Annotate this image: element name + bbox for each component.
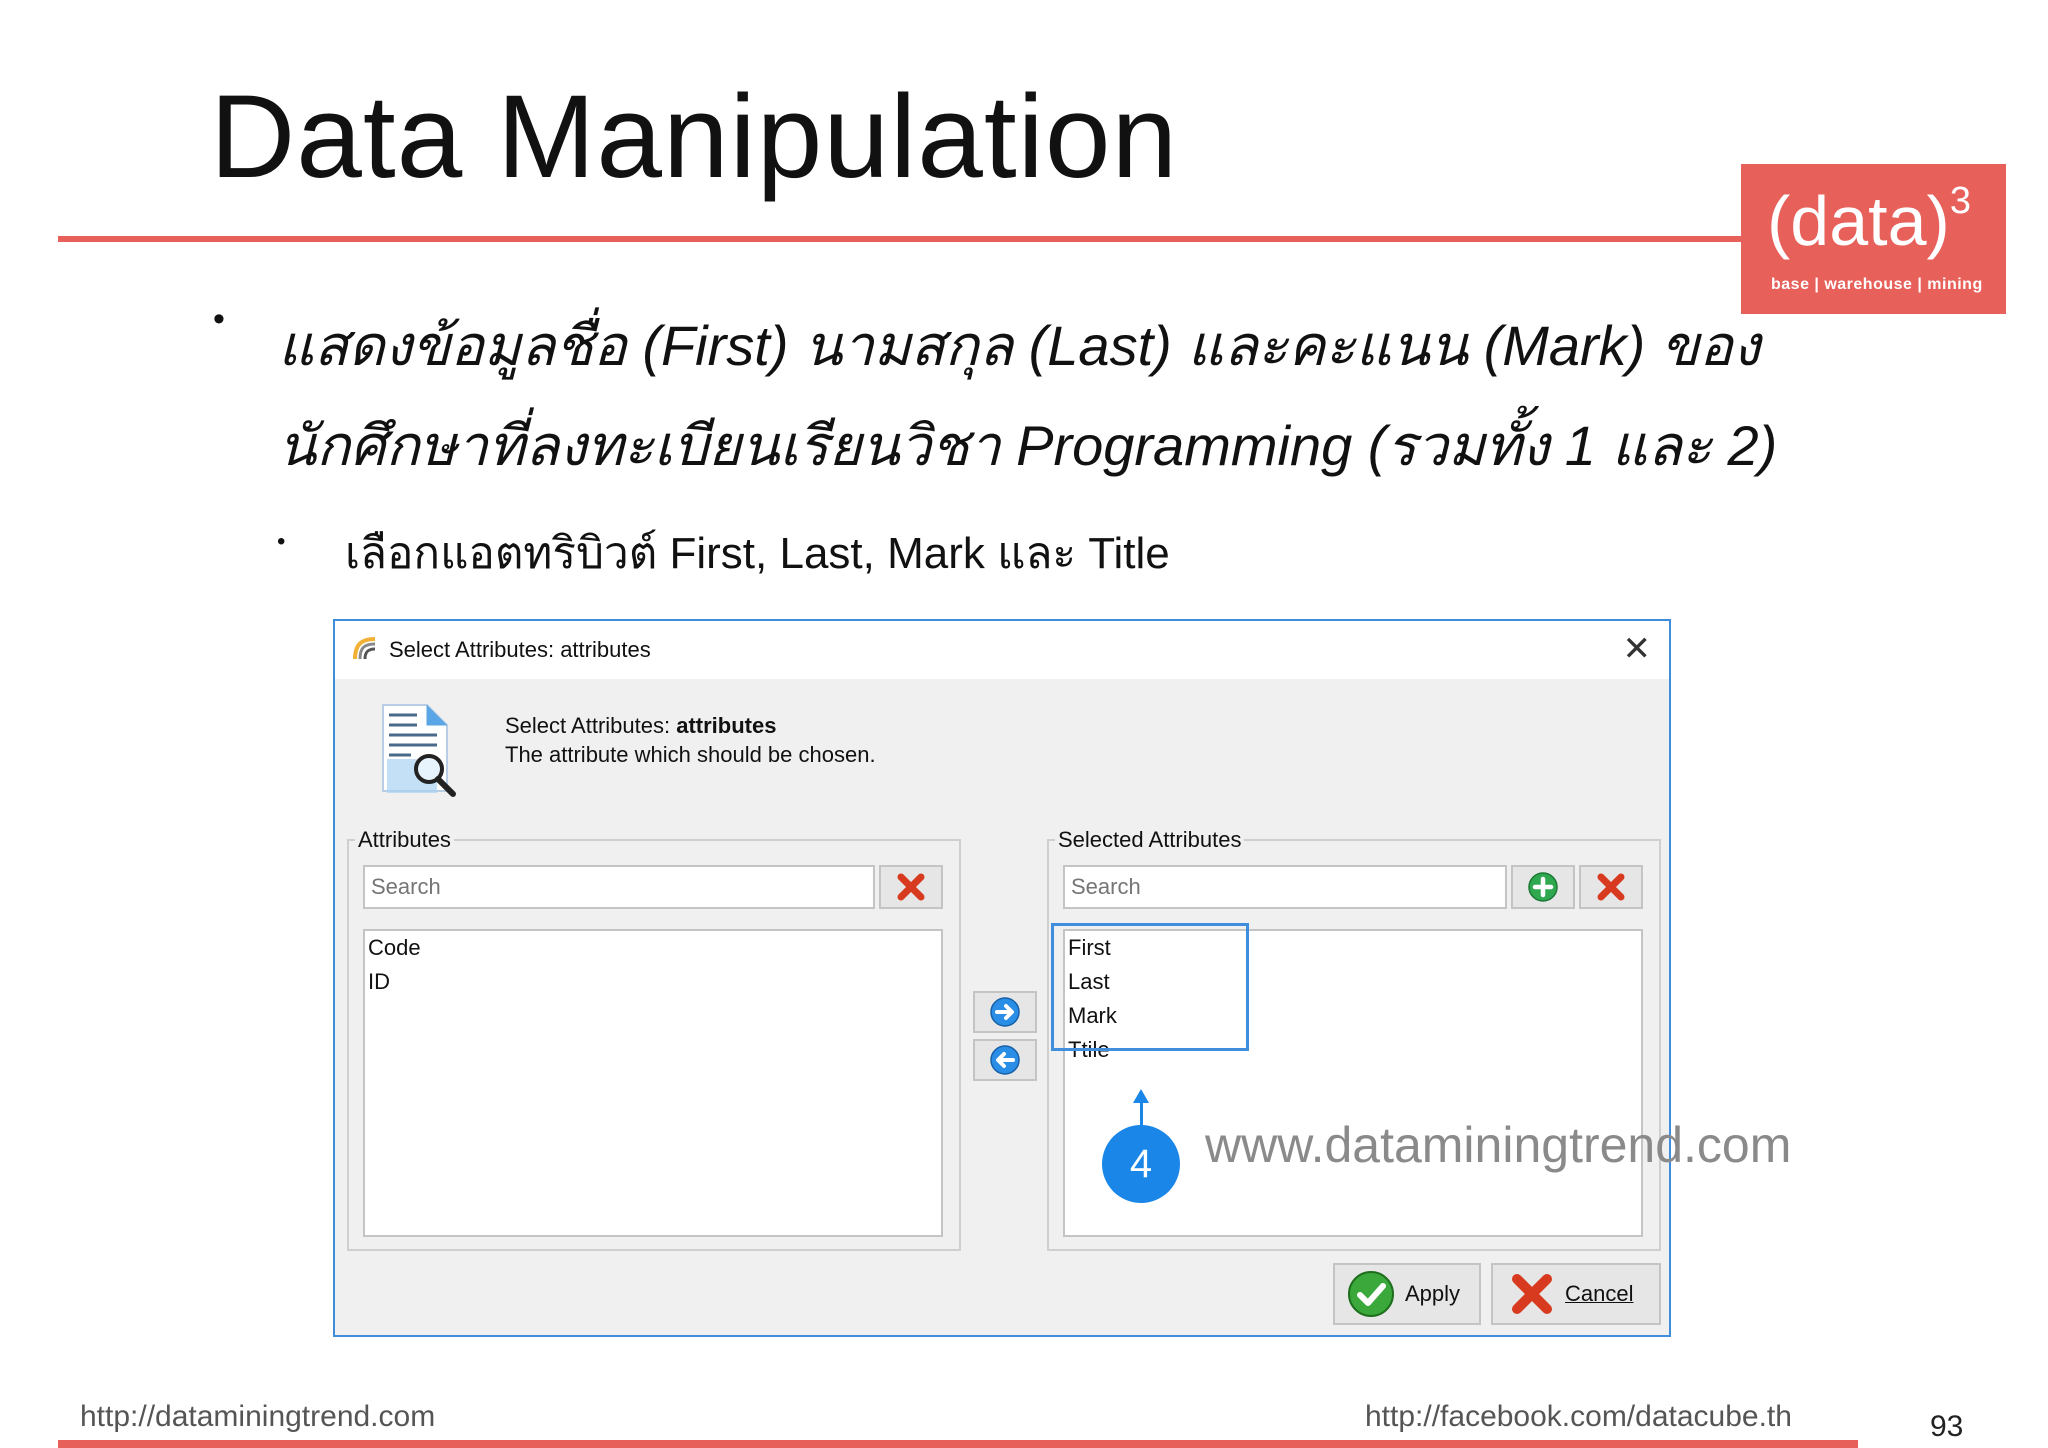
selected-attributes-group-label: Selected Attributes [1055,827,1245,853]
clear-selected-search-button[interactable] [1579,865,1643,909]
dialog-title: Select Attributes: attributes [389,637,651,662]
footer-facebook-link[interactable]: http://facebook.com/datacube.th [1365,1400,1792,1434]
bullet-main: แสดงข้อมูลชื่อ (First) นามสกุล (Last) แล… [278,314,1778,477]
attributes-group-label: Attributes [355,827,454,853]
attributes-list[interactable]: Code ID [363,929,943,1237]
attributes-group: Attributes Code ID [347,827,961,1251]
red-x-icon [897,873,925,901]
cancel-button[interactable]: Cancel [1491,1263,1661,1325]
add-attribute-button[interactable] [1511,865,1575,909]
selected-search-input[interactable] [1063,865,1507,909]
document-search-icon [382,704,456,797]
rapidminer-icon [353,637,376,660]
watermark: www.dataminingtrend.com [1205,1117,1792,1173]
footer-website-link[interactable]: http://dataminingtrend.com [80,1400,435,1434]
bullet-sub: เลือกแอตทริบิวต์ First, Last, Mark และ T… [345,529,1170,578]
attributes-search-input[interactable] [363,865,875,909]
check-icon [1348,1271,1394,1317]
red-x-icon [1597,873,1625,901]
apply-button[interactable]: Apply [1333,1263,1481,1325]
title-rule [58,236,1748,242]
page-title: Data Manipulation [210,71,1179,203]
bullet-marker-sub: • [277,528,286,555]
cancel-label: Cancel [1565,1281,1634,1306]
logo-superscript: 3 [1949,180,1972,222]
logo-main: (data)3 [1767,180,1972,260]
logo-subtitle: base | warehouse | mining [1771,276,1983,293]
apply-label: Apply [1405,1281,1461,1306]
arrow-right-icon [990,997,1020,1027]
footer-rule [58,1440,1858,1448]
dialog-titlebar: Select Attributes: attributes ✕ [335,621,1669,679]
step-callout: 4 [1102,1125,1180,1203]
close-icon[interactable]: ✕ [1623,629,1652,669]
callout-line [1140,1102,1143,1126]
callout-arrow [1133,1089,1149,1103]
dialog-header-title: Select Attributes: attributes [505,713,777,738]
list-item[interactable]: ID [365,965,941,999]
selection-highlight-box [1051,923,1249,1051]
red-x-icon [1512,1274,1552,1314]
move-left-button[interactable] [973,1039,1037,1081]
move-right-button[interactable] [973,991,1037,1033]
clear-attributes-search-button[interactable] [879,865,943,909]
select-attributes-dialog: Select Attributes: attributes ✕ Select A… [333,619,1671,1337]
dialog-header-desc: The attribute which should be chosen. [505,742,876,767]
bullet-marker: • [213,300,225,338]
brand-logo: (data)3 base | warehouse | mining [1741,164,2006,314]
page-number: 93 [1930,1410,1964,1443]
list-item[interactable]: Code [365,931,941,965]
green-plus-icon [1528,872,1558,902]
arrow-left-icon [990,1045,1020,1075]
